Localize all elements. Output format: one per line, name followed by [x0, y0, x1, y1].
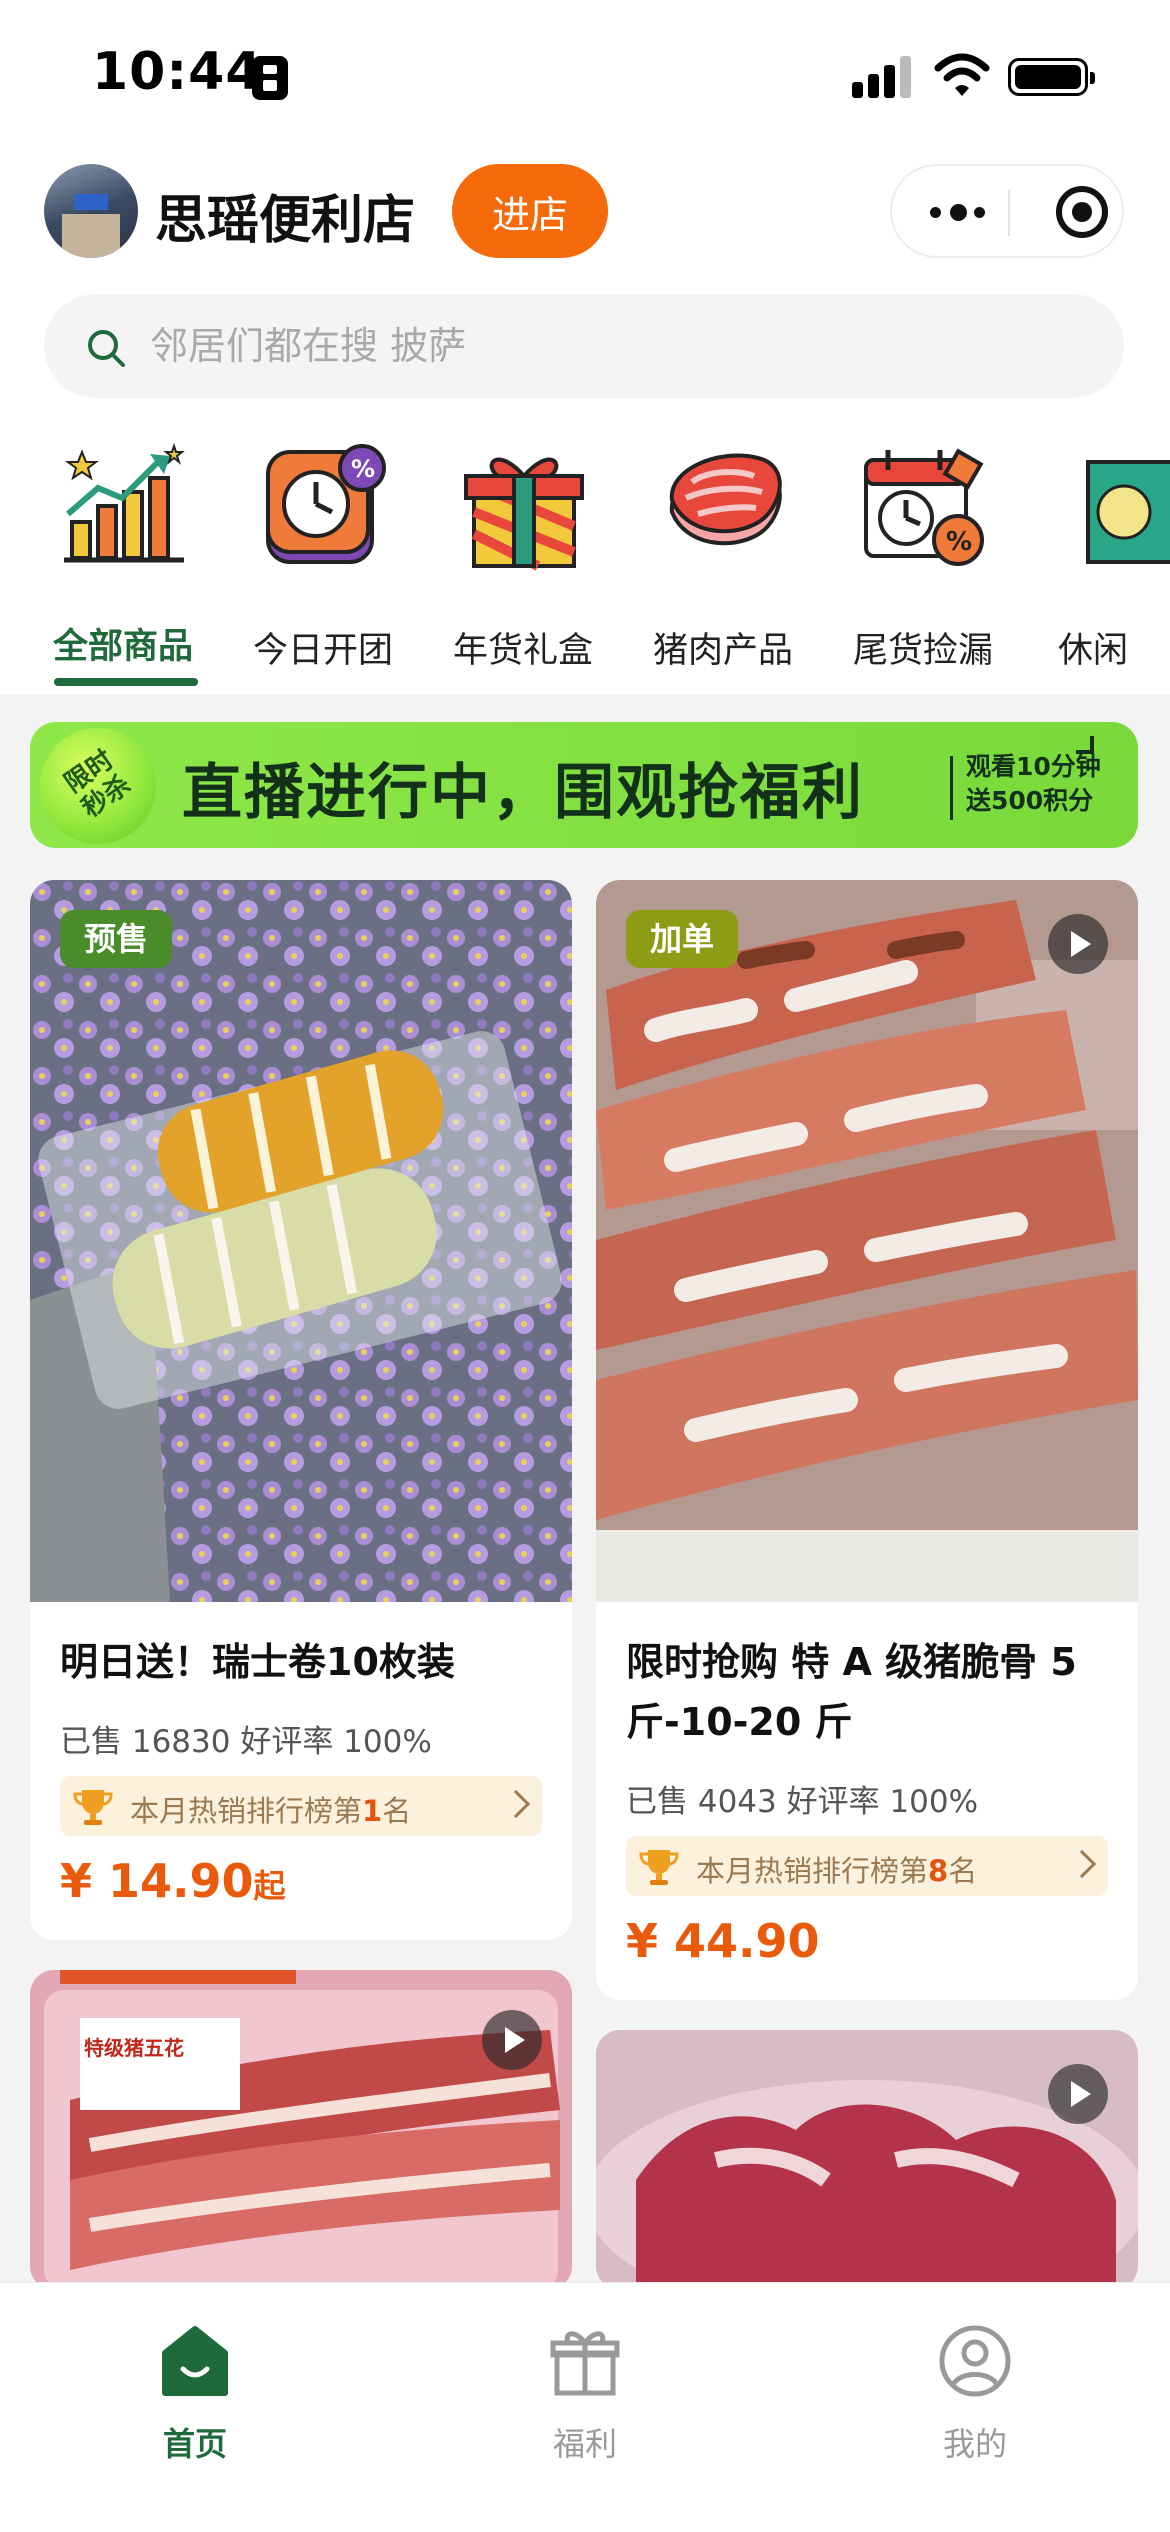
clock-discount-icon: % [266, 444, 386, 564]
product-card[interactable] [596, 2030, 1138, 2290]
nav-label: 我的 [942, 2425, 1007, 2463]
cellular-signal-icon [852, 56, 912, 98]
banner-subtitle-line1: 观看10分钟 [966, 752, 1101, 781]
nav-label: 福利 [552, 2425, 617, 2463]
live-stream-banner[interactable]: 限时秒杀 直播进行中，围观抢福利 观看10分钟 送500积分 [30, 722, 1138, 848]
more-options-icon[interactable] [930, 204, 986, 222]
search-box[interactable] [44, 294, 1124, 398]
category-label: 休闲 [1058, 631, 1129, 671]
trophy-icon [639, 1850, 679, 1885]
capsule-divider [1008, 190, 1010, 236]
product-price: ¥ 14.90起 [60, 1854, 286, 1908]
home-icon [162, 2326, 228, 2396]
nav-home[interactable]: 首页 [95, 2323, 295, 2473]
play-video-icon[interactable] [482, 2010, 542, 2070]
nav-welfare[interactable]: 福利 [485, 2323, 685, 2473]
category-label: 猪肉产品 [652, 631, 793, 671]
product-sales-info: 已售 16830 好评率 100% [60, 1724, 432, 1760]
enter-store-button[interactable]: 进店 [452, 164, 608, 258]
ranking-text: 本月热销排行榜第8名 [696, 1854, 978, 1888]
banner-title: 直播进行中，围观抢福利 [182, 758, 864, 828]
category-snacks[interactable]: 休闲 [1038, 442, 1170, 672]
category-gift-box[interactable]: 年货礼盒 [438, 442, 608, 672]
profile-icon [939, 2325, 1011, 2397]
banner-subtitle: 观看10分钟 送500积分 [966, 750, 1101, 818]
flash-sale-badge: 限时秒杀 [40, 728, 156, 844]
store-header: 思瑶便利店 进店 [0, 150, 1170, 280]
flash-sale-badge-text: 限时秒杀 [59, 744, 137, 824]
chart-growth-icon [64, 442, 185, 563]
store-name[interactable]: 思瑶便利店 [155, 178, 415, 253]
product-card[interactable]: 特级猪五花 [30, 1970, 572, 2290]
bottom-navigation: 首页 福利 我的 [0, 2282, 1170, 2532]
product-price: ¥ 44.90 [626, 1914, 820, 1968]
miniprogram-capsule [890, 164, 1124, 258]
play-video-icon[interactable] [1048, 2064, 1108, 2124]
ranking-bar[interactable]: 本月热销排行榜第1名 [60, 1776, 542, 1836]
category-label: 今日开团 [252, 631, 393, 671]
product-sales-info: 已售 4043 好评率 100% [626, 1784, 979, 1820]
pork-meat-icon [669, 453, 782, 546]
category-today-group-buy[interactable]: % 今日开团 [238, 442, 408, 672]
product-title: 限时抢购 特 A 级猪脆骨 5斤-10-20 斤 [626, 1640, 1077, 1744]
product-image [596, 2030, 1138, 2290]
arrow-icon [1076, 736, 1094, 754]
store-avatar[interactable] [44, 164, 138, 258]
banner-divider [950, 756, 953, 820]
nav-profile[interactable]: 我的 [875, 2323, 1075, 2473]
category-all-products[interactable]: 全部商品 [38, 442, 208, 686]
sim-card-icon [252, 56, 288, 100]
play-video-icon[interactable] [1048, 914, 1108, 974]
status-time: 10:44 [92, 42, 263, 102]
gift-icon [550, 2331, 620, 2396]
product-card[interactable]: 加单 限时抢购 特 A 级猪脆骨 5斤-10-20 斤 已售 4043 好评率 … [596, 880, 1138, 2000]
category-clearance[interactable]: % 尾货捡漏 [838, 442, 1008, 672]
category-pork-products[interactable]: 猪肉产品 [638, 442, 808, 672]
category-label: 尾货捡漏 [852, 631, 993, 671]
svg-text:%: % [351, 455, 375, 483]
chevron-right-icon [501, 1789, 531, 1819]
wifi-icon [934, 53, 990, 96]
banner-subtitle-line2: 送500积分 [966, 786, 1094, 815]
ranking-bar[interactable]: 本月热销排行榜第8名 [626, 1836, 1108, 1896]
presale-tag: 预售 [60, 910, 173, 968]
status-bar: 10:44 [0, 0, 1170, 150]
product-title: 明日送！瑞士卷10枚装 [60, 1640, 455, 1684]
category-label: 年货礼盒 [452, 631, 593, 671]
battery-icon [1008, 58, 1095, 96]
category-tabs: 全部商品 % 今日开团 年货礼盒 猪肉产品 % 尾货捡漏 休闲 [0, 410, 1170, 694]
search-icon [88, 330, 125, 367]
gift-box-icon [464, 457, 584, 571]
chevron-right-icon [1067, 1849, 1097, 1879]
category-label: 全部商品 [52, 627, 193, 667]
ranking-text: 本月热销排行榜第1名 [130, 1794, 412, 1828]
search-input[interactable] [150, 320, 1050, 372]
product-label-card: 特级猪五花 [84, 2036, 184, 2060]
active-tab-underline [54, 678, 198, 686]
snack-icon [1086, 460, 1170, 564]
add-on-tag: 加单 [626, 910, 739, 968]
product-card[interactable]: 预售 明日送！瑞士卷10枚装 已售 16830 好评率 100% 本月热销排行榜… [30, 880, 572, 1940]
svg-text:%: % [946, 527, 972, 557]
calendar-discount-icon: % [864, 448, 984, 566]
search-area [0, 280, 1170, 410]
close-miniprogram-icon[interactable] [1056, 186, 1108, 238]
product-image [30, 880, 572, 1602]
trophy-icon [73, 1790, 113, 1825]
nav-label: 首页 [162, 2425, 227, 2463]
product-image [596, 880, 1138, 1602]
